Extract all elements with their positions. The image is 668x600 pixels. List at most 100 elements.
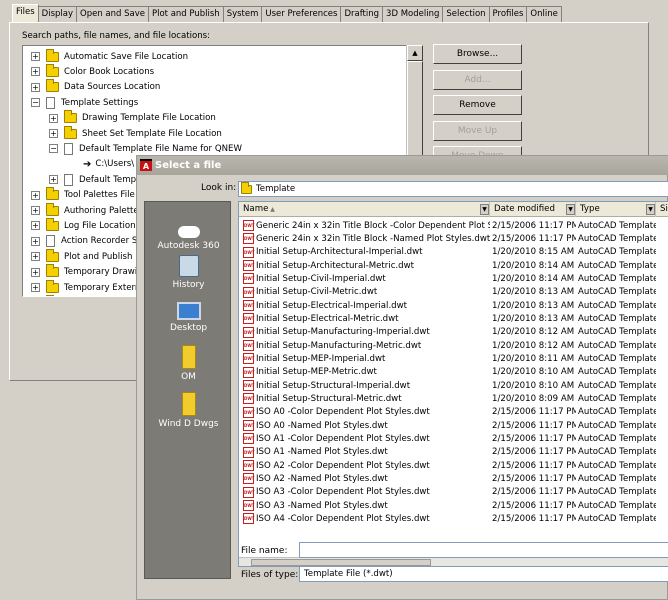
expand-icon[interactable]: +	[31, 190, 40, 200]
file-row[interactable]: DWT Generic 24in x 32in Title Block -Colo…	[239, 219, 668, 232]
file-list[interactable]: Name ▲ ▼ Date modified ▼ Type ▼ Si DWT Generic …	[238, 201, 668, 567]
column-filter-dropdown-icon[interactable]: ▼	[566, 204, 575, 215]
file-name-input[interactable]	[299, 542, 668, 558]
tab-system[interactable]: System	[222, 6, 263, 22]
file-name-cell: DWT ISO A0 -Color Dependent Plot Styles.d…	[239, 406, 490, 418]
column-header-name[interactable]: Name ▲ ▼	[239, 202, 490, 217]
dialog-titlebar[interactable]: A Select a file	[137, 156, 668, 175]
dwt-file-icon: DWT	[243, 326, 254, 338]
look-in-dropdown[interactable]: Template	[238, 181, 668, 197]
tab-drafting[interactable]: Drafting	[340, 6, 384, 22]
tree-node[interactable]: + Data Sources Location	[31, 79, 160, 95]
tree-node-label: Sheet Set Template File Location	[82, 128, 222, 139]
file-row[interactable]: DWT Initial Setup-Structural-Metric.dwt 1/…	[239, 392, 668, 405]
file-list-header: Name ▲ ▼ Date modified ▼ Type ▼ Si	[239, 202, 668, 217]
file-row[interactable]: DWT Initial Setup-Manufacturing-Imperial.…	[239, 326, 668, 339]
column-header-type[interactable]: Type ▼	[576, 202, 656, 217]
place-wind-d-dwgs[interactable]: Wind D Dwgs	[145, 392, 232, 429]
file-row[interactable]: DWT ISO A3 -Named Plot Styles.dwt 2/15/200…	[239, 499, 668, 512]
file-row[interactable]: DWT Initial Setup-MEP-Imperial.dwt 1/20/20…	[239, 352, 668, 365]
expand-icon[interactable]: +	[31, 206, 40, 215]
file-name-cell: DWT ISO A2 -Color Dependent Plot Styles.d…	[239, 460, 490, 472]
tree-node[interactable]: − Template Settings	[31, 95, 138, 110]
tree-node[interactable]: + Authoring Palette Fi	[31, 202, 148, 218]
expand-icon[interactable]: +	[31, 252, 40, 262]
scroll-up-button[interactable]: ▲	[407, 45, 423, 61]
remove-button[interactable]: Remove	[433, 95, 522, 115]
folder-icon	[46, 48, 59, 62]
tree-node[interactable]: + Color Book Locations	[31, 63, 154, 79]
expand-icon[interactable]: +	[31, 221, 40, 231]
file-row[interactable]: DWT ISO A1 -Named Plot Styles.dwt 2/15/200…	[239, 446, 668, 459]
file-row[interactable]: DWT Initial Setup-Architectural-Imperial.…	[239, 246, 668, 259]
file-row[interactable]: DWT Initial Setup-Architectural-Metric.dw…	[239, 259, 668, 272]
tab-3d-modeling[interactable]: 3D Modeling	[382, 6, 444, 22]
tree-node[interactable]: + Sheet Set Template File Location	[49, 125, 222, 141]
tab-plot-and-publish[interactable]: Plot and Publish	[147, 6, 224, 22]
dwt-file-icon: DWT	[243, 220, 254, 232]
tab-display[interactable]: Display	[37, 6, 77, 22]
expand-icon[interactable]: +	[31, 236, 40, 246]
place-om[interactable]: OM	[145, 345, 232, 382]
expand-icon[interactable]: +	[31, 283, 40, 292]
tab-profiles[interactable]: Profiles	[488, 6, 528, 22]
collapse-icon[interactable]: −	[31, 98, 40, 108]
place-autodesk-360[interactable]: Autodesk 360	[145, 220, 232, 251]
file-row[interactable]: DWT Initial Setup-Manufacturing-Metric.dw…	[239, 339, 668, 352]
file-date: 2/15/2006 11:17 PM	[492, 500, 576, 511]
scroll-thumb[interactable]	[407, 61, 423, 161]
file-row[interactable]: DWT ISO A0 -Color Dependent Plot Styles.d…	[239, 406, 668, 419]
file-row[interactable]: DWT Initial Setup-MEP-Metric.dwt 1/20/2010…	[239, 366, 668, 379]
file-row[interactable]: DWT Initial Setup-Civil-Imperial.dwt 1/20/…	[239, 272, 668, 285]
column-header-date-modified[interactable]: Date modified ▼	[490, 202, 576, 217]
place-history[interactable]: History	[145, 255, 232, 290]
tab-user-preferences[interactable]: User Preferences	[261, 6, 342, 22]
tree-node[interactable]: + Drawing Template File Location	[49, 110, 216, 126]
file-row[interactable]: DWT ISO A2 -Color Dependent Plot Styles.d…	[239, 459, 668, 472]
column-filter-dropdown-icon[interactable]: ▼	[646, 204, 655, 215]
expand-icon[interactable]: +	[49, 129, 58, 138]
tab-selection[interactable]: Selection	[442, 6, 490, 22]
file-row[interactable]: DWT Initial Setup-Electrical-Imperial.dwt…	[239, 299, 668, 312]
tree-node[interactable]: + Default Templa	[49, 172, 144, 187]
file-row[interactable]: DWT Initial Setup-Electrical-Metric.dwt 1/…	[239, 312, 668, 325]
file-list-horizontal-scrollbar[interactable]	[239, 557, 668, 566]
expand-icon[interactable]: +	[31, 67, 40, 77]
file-row[interactable]: DWT Initial Setup-Structural-Imperial.dwt…	[239, 379, 668, 392]
expand-icon[interactable]: +	[31, 52, 40, 61]
file-row[interactable]: DWT ISO A3 -Color Dependent Plot Styles.d…	[239, 486, 668, 499]
file-row[interactable]: DWT ISO A4 -Color Dependent Plot Styles.d…	[239, 512, 668, 525]
column-filter-dropdown-icon[interactable]: ▼	[480, 204, 489, 215]
expand-icon[interactable]: +	[49, 113, 58, 123]
hscroll-thumb[interactable]	[251, 559, 431, 566]
add-button: Add...	[433, 70, 522, 90]
tree-node[interactable]: + Automatic Save File Location	[31, 48, 188, 64]
tree-node[interactable]: +	[31, 294, 64, 296]
collapse-icon[interactable]: −	[49, 144, 58, 154]
tree-node[interactable]: + Temporary External	[31, 279, 148, 295]
tree-node[interactable]: + Temporary Drawing	[31, 264, 148, 280]
tree-node[interactable]: ➔ C:\Users\	[67, 157, 134, 172]
tree-node-label: Default Template File Name for QNEW	[79, 143, 242, 154]
expand-icon[interactable]: +	[31, 267, 40, 277]
column-header-si[interactable]: Si	[656, 202, 668, 217]
tree-node[interactable]: + Action Recorder Se	[31, 234, 143, 249]
file-row[interactable]: DWT ISO A1 -Color Dependent Plot Styles.d…	[239, 432, 668, 445]
expand-icon[interactable]: +	[31, 82, 40, 92]
tree-node[interactable]: + Plot and Publish Lo	[31, 248, 145, 264]
tab-files[interactable]: Files	[12, 4, 39, 22]
browse-button[interactable]: Browse...	[433, 44, 522, 64]
tab-open-and-save[interactable]: Open and Save	[76, 6, 149, 22]
expand-icon[interactable]: +	[49, 175, 58, 185]
tree-node[interactable]: + Tool Palettes File L	[31, 187, 142, 203]
file-name-cell: DWT Initial Setup-MEP-Imperial.dwt	[239, 353, 490, 365]
place-desktop[interactable]: Desktop	[145, 302, 232, 333]
file-row[interactable]: DWT Initial Setup-Civil-Metric.dwt 1/20/20…	[239, 286, 668, 299]
tree-node[interactable]: + Log File Location	[31, 217, 136, 233]
file-row[interactable]: DWT Generic 24in x 32in Title Block -Name…	[239, 232, 668, 245]
file-row[interactable]: DWT ISO A0 -Named Plot Styles.dwt 2/15/200…	[239, 419, 668, 432]
files-of-type-select[interactable]: Template File (*.dwt)	[299, 566, 668, 582]
tab-online[interactable]: Online	[526, 6, 562, 22]
dwt-file-icon: DWT	[243, 473, 254, 485]
file-row[interactable]: DWT ISO A2 -Named Plot Styles.dwt 2/15/200…	[239, 472, 668, 485]
